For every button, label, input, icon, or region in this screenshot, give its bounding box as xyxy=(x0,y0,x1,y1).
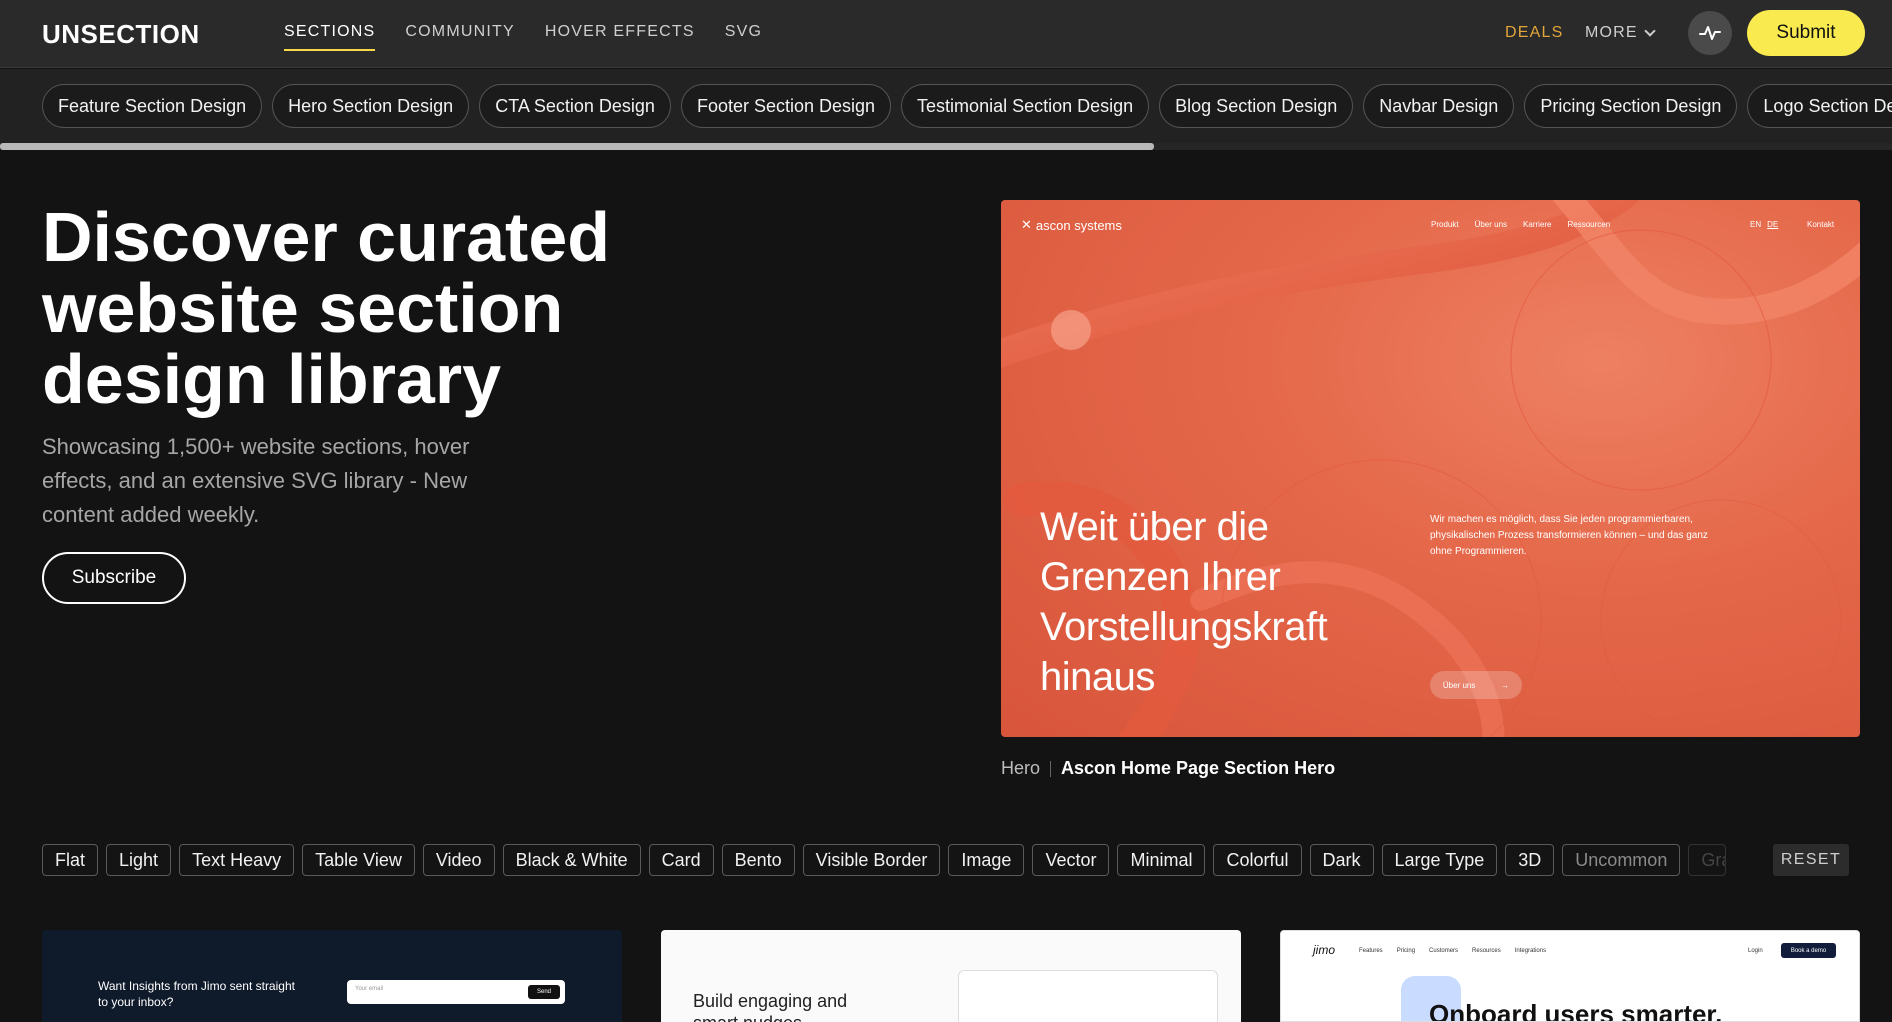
preview-nav: Produkt Über uns Karriere Ressourcen xyxy=(1431,220,1610,229)
tag-filter[interactable]: Dark xyxy=(1309,844,1374,876)
preview-nav-item: Ressourcen xyxy=(1567,220,1611,229)
tag-filter[interactable]: Uncommon xyxy=(1562,844,1681,876)
subscribe-button[interactable]: Subscribe xyxy=(42,552,186,604)
preview-contact: Kontakt xyxy=(1807,220,1835,229)
category-strip: Feature Section Design Hero Section Desi… xyxy=(0,69,1892,149)
reset-filters-button[interactable]: RESET xyxy=(1773,844,1849,876)
main-nav: SECTIONS COMMUNITY HOVER EFFECTS SVG xyxy=(284,23,762,51)
preview-caption: Hero Ascon Home Page Section Hero xyxy=(1001,758,1335,779)
preview-body: Wir machen es möglich, dass Sie jeden pr… xyxy=(1430,514,1708,557)
preview-logo: ✕ ascon systems xyxy=(1021,217,1122,233)
tag-filter[interactable]: Video xyxy=(422,844,495,876)
card-send-button: Send xyxy=(528,985,560,999)
section-card[interactable]: Build engaging and smart nudges xyxy=(661,930,1241,1022)
hero-subtitle: Showcasing 1,500+ website sections, hove… xyxy=(42,434,470,527)
category-pill[interactable]: Pricing Section Design xyxy=(1524,84,1738,128)
section-card[interactable]: jimo Features Pricing Customers Resource… xyxy=(1280,930,1860,1022)
preview-headline: Weit über die Grenzen Ihrer Vorstellungs… xyxy=(1040,505,1328,699)
hero-title: Discover curated website section design … xyxy=(42,198,611,418)
preview-lang-switch: EN DE xyxy=(1750,220,1779,229)
style-tag-filters: Flat Light Text Heavy Table View Video B… xyxy=(42,844,1727,876)
nav-deals[interactable]: DEALS xyxy=(1505,24,1563,42)
preview-nav-item: Produkt xyxy=(1431,220,1459,229)
card-email-field: Your email Send xyxy=(347,980,565,1004)
tag-filter[interactable]: Table View xyxy=(302,844,415,876)
horizontal-scrollbar[interactable] xyxy=(0,143,1892,150)
nav-more-dropdown[interactable]: MORE xyxy=(1585,24,1656,42)
card-login: Login xyxy=(1748,948,1763,954)
category-pill[interactable]: Footer Section Design xyxy=(680,84,892,128)
tag-filter[interactable]: Flat xyxy=(42,844,99,876)
card-nav: Features Pricing Customers Resources Int… xyxy=(1359,948,1547,954)
caption-category[interactable]: Hero xyxy=(1001,758,1040,779)
tag-filter[interactable]: Colorful xyxy=(1213,844,1302,876)
nav-community[interactable]: COMMUNITY xyxy=(405,23,514,51)
category-pill[interactable]: Navbar Design xyxy=(1363,84,1515,128)
scrollbar-thumb[interactable] xyxy=(0,143,1154,150)
section-card[interactable]: Want Insights from Jimo sent straight to… xyxy=(42,930,622,1022)
tag-filter[interactable]: Gra xyxy=(1688,844,1727,876)
card-demo-button: Book a demo xyxy=(1781,943,1836,958)
card-title: Build engaging and smart nudges xyxy=(693,991,848,1022)
tag-filter[interactable]: Large Type xyxy=(1381,844,1498,876)
tag-filter[interactable]: 3D xyxy=(1505,844,1555,876)
tag-filter[interactable]: Black & White xyxy=(502,844,641,876)
card-ui-mockup xyxy=(958,970,1218,1022)
tag-filter[interactable]: Card xyxy=(648,844,714,876)
card-headline: Onboard users smarter. xyxy=(1429,999,1723,1022)
caption-divider xyxy=(1050,760,1052,777)
preview-nav-item: Karriere xyxy=(1523,220,1552,229)
category-pill[interactable]: Testimonial Section Design xyxy=(901,84,1150,128)
site-logo[interactable]: UNSECTION xyxy=(42,19,200,50)
tag-filter[interactable]: Visible Border xyxy=(802,844,941,876)
preview-cta: Über uns → xyxy=(1430,671,1522,699)
pulse-icon xyxy=(1699,26,1721,40)
caption-title[interactable]: Ascon Home Page Section Hero xyxy=(1061,758,1335,779)
x-mark-icon: ✕ xyxy=(1021,217,1032,232)
top-navbar: UNSECTION SECTIONS COMMUNITY HOVER EFFEC… xyxy=(0,0,1892,68)
arrow-right-icon: → xyxy=(1501,680,1510,690)
chevron-down-icon xyxy=(1644,24,1656,37)
category-pill[interactable]: Blog Section Design xyxy=(1159,84,1354,128)
category-pill[interactable]: CTA Section Design xyxy=(479,84,671,128)
tag-filter[interactable]: Bento xyxy=(721,844,795,876)
tag-filter[interactable]: Minimal xyxy=(1117,844,1206,876)
activity-button[interactable] xyxy=(1688,11,1732,55)
nav-more-label: MORE xyxy=(1585,24,1638,41)
card-logo: jimo xyxy=(1313,943,1336,957)
category-pill[interactable]: Logo Section Design xyxy=(1747,84,1892,128)
nav-svg[interactable]: SVG xyxy=(725,23,762,51)
tag-filter[interactable]: Light xyxy=(106,844,172,876)
featured-preview-card[interactable]: ✕ ascon systems Produkt Über uns Karrier… xyxy=(1001,200,1860,737)
category-pills: Feature Section Design Hero Section Desi… xyxy=(42,84,1892,128)
category-pill[interactable]: Hero Section Design xyxy=(272,84,470,128)
tag-filter[interactable]: Vector xyxy=(1032,844,1110,876)
category-pill[interactable]: Feature Section Design xyxy=(42,84,263,128)
preview-nav-item: Über uns xyxy=(1474,220,1508,229)
tag-filter[interactable]: Image xyxy=(948,844,1025,876)
card-newsletter-title: Want Insights from Jimo sent straight to… xyxy=(98,979,295,1009)
nav-hover-effects[interactable]: HOVER EFFECTS xyxy=(545,23,695,51)
nav-sections[interactable]: SECTIONS xyxy=(284,23,376,51)
tag-filter[interactable]: Text Heavy xyxy=(179,844,295,876)
submit-button[interactable]: Submit xyxy=(1747,10,1865,56)
